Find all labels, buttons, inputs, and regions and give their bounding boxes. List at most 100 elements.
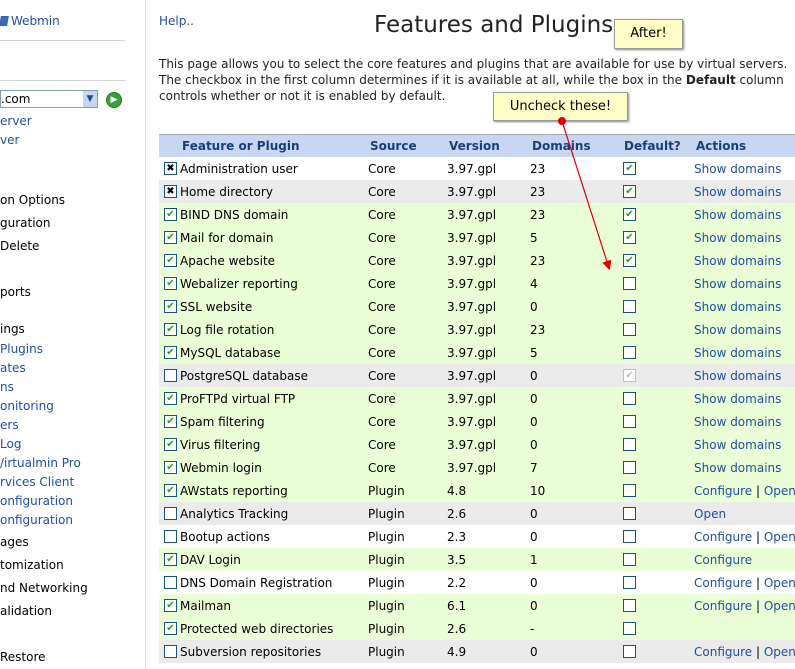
feature-checkbox[interactable]: ✔ [164, 277, 177, 290]
sidebar-item[interactable]: ns [0, 380, 14, 394]
action-link[interactable]: Show domains [694, 208, 781, 222]
sidebar-item[interactable]: onfiguration [0, 513, 73, 527]
feature-checkbox[interactable] [164, 530, 177, 543]
sidebar-item[interactable]: tomization [0, 558, 64, 572]
default-checkbox[interactable] [623, 438, 636, 451]
sidebar-item[interactable]: Plugins [0, 342, 43, 356]
default-checkbox[interactable] [623, 323, 636, 336]
action-link[interactable]: Show domains [694, 438, 781, 452]
header-feature: Feature or Plugin [182, 139, 300, 153]
features-table: Feature or Plugin Source Version Domains… [159, 134, 795, 663]
sidebar-item[interactable]: ates [0, 361, 26, 375]
action-link[interactable]: Show domains [694, 369, 781, 383]
actions-cell: Show domains [694, 346, 781, 360]
go-arrow-icon[interactable]: ▶ [106, 92, 122, 108]
sidebar-item[interactable]: ver [0, 133, 19, 147]
feature-checkbox[interactable]: ✔ [164, 599, 177, 612]
sidebar-item[interactable]: Restore [0, 650, 46, 664]
webmin-link[interactable]: Webmin [0, 14, 60, 28]
action-link[interactable]: Show domains [694, 346, 781, 360]
feature-checkbox[interactable]: ✔ [164, 254, 177, 267]
default-checkbox[interactable] [623, 346, 636, 359]
action-link[interactable]: Show domains [694, 323, 781, 337]
action-link[interactable]: Open [764, 576, 795, 590]
sidebar-item[interactable]: /irtualmin Pro [0, 456, 81, 470]
action-link[interactable]: Configure [694, 645, 752, 659]
sidebar-item[interactable]: ings [0, 322, 25, 336]
feature-checkbox[interactable]: ✔ [164, 438, 177, 451]
default-checkbox[interactable]: ✔ [623, 231, 636, 244]
feature-checkbox[interactable]: ✔ [164, 622, 177, 635]
domain-select[interactable]: .com ▼ [0, 90, 98, 108]
sidebar-item[interactable]: onitoring [0, 399, 54, 413]
sidebar-item[interactable]: alidation [0, 604, 52, 618]
default-checkbox[interactable] [623, 599, 636, 612]
feature-checkbox[interactable]: ✔ [164, 461, 177, 474]
action-link[interactable]: Open [764, 645, 795, 659]
default-checkbox[interactable] [623, 461, 636, 474]
action-link[interactable]: Show domains [694, 392, 781, 406]
action-link[interactable]: Open [764, 599, 795, 613]
action-link[interactable]: Show domains [694, 185, 781, 199]
feature-checkbox[interactable]: ✔ [164, 553, 177, 566]
action-link[interactable]: Show domains [694, 461, 781, 475]
feature-checkbox[interactable]: ✔ [164, 208, 177, 221]
default-checkbox[interactable]: ✔ [623, 185, 636, 198]
action-link[interactable]: Configure [694, 530, 752, 544]
sidebar-item[interactable]: ers [0, 418, 19, 432]
sidebar-item[interactable]: ports [0, 285, 31, 299]
chevron-down-icon[interactable]: ▼ [83, 91, 97, 107]
default-checkbox[interactable] [623, 300, 636, 313]
source-cell: Core [368, 346, 396, 360]
sidebar-item[interactable]: guration [0, 216, 51, 230]
feature-checkbox[interactable] [164, 576, 177, 589]
action-link[interactable]: Show domains [694, 415, 781, 429]
default-checkbox[interactable] [623, 576, 636, 589]
sidebar-item[interactable]: Delete [0, 239, 39, 253]
default-checkbox[interactable] [623, 530, 636, 543]
feature-checkbox[interactable]: ✔ [164, 415, 177, 428]
action-link[interactable]: Open [694, 507, 726, 521]
action-link[interactable]: Show domains [694, 231, 781, 245]
default-checkbox[interactable]: ✔ [623, 162, 636, 175]
sidebar-item[interactable]: erver [0, 114, 32, 128]
feature-checkbox[interactable]: ✔ [164, 231, 177, 244]
feature-checkbox[interactable]: ✔ [164, 300, 177, 313]
action-link[interactable]: Open [764, 484, 795, 498]
action-link[interactable]: Configure [694, 576, 752, 590]
source-cell: Core [368, 185, 396, 199]
feature-name: Protected web directories [180, 622, 334, 636]
action-link[interactable]: Show domains [694, 277, 781, 291]
action-link[interactable]: Open [764, 530, 795, 544]
default-checkbox[interactable] [623, 622, 636, 635]
sidebar-item[interactable]: rvices Client [0, 475, 74, 489]
default-checkbox[interactable]: ✔ [623, 208, 636, 221]
default-checkbox[interactable] [623, 645, 636, 658]
action-link[interactable]: Show domains [694, 162, 781, 176]
default-checkbox[interactable] [623, 553, 636, 566]
default-checkbox[interactable] [623, 392, 636, 405]
help-link[interactable]: Help.. [159, 14, 194, 28]
action-link[interactable]: Show domains [694, 254, 781, 268]
feature-checkbox[interactable]: ✔ [164, 323, 177, 336]
action-link[interactable]: Configure [694, 484, 752, 498]
default-checkbox[interactable] [623, 277, 636, 290]
feature-checkbox[interactable]: ✔ [164, 484, 177, 497]
feature-checkbox[interactable] [164, 507, 177, 520]
sidebar-item[interactable]: ages [0, 535, 29, 549]
sidebar-item[interactable]: Log [0, 437, 21, 451]
sidebar-item[interactable]: on Options [0, 193, 65, 207]
sidebar-item[interactable]: onfiguration [0, 494, 73, 508]
default-checkbox[interactable] [623, 507, 636, 520]
feature-checkbox[interactable] [164, 369, 177, 382]
default-checkbox[interactable] [623, 415, 636, 428]
default-checkbox[interactable] [623, 484, 636, 497]
action-link[interactable]: Configure [694, 599, 752, 613]
feature-checkbox[interactable]: ✔ [164, 392, 177, 405]
action-link[interactable]: Configure [694, 553, 752, 567]
sidebar-item[interactable]: nd Networking [0, 581, 88, 595]
default-checkbox[interactable]: ✔ [623, 254, 636, 267]
feature-checkbox[interactable] [164, 645, 177, 658]
feature-checkbox[interactable]: ✔ [164, 346, 177, 359]
action-link[interactable]: Show domains [694, 300, 781, 314]
